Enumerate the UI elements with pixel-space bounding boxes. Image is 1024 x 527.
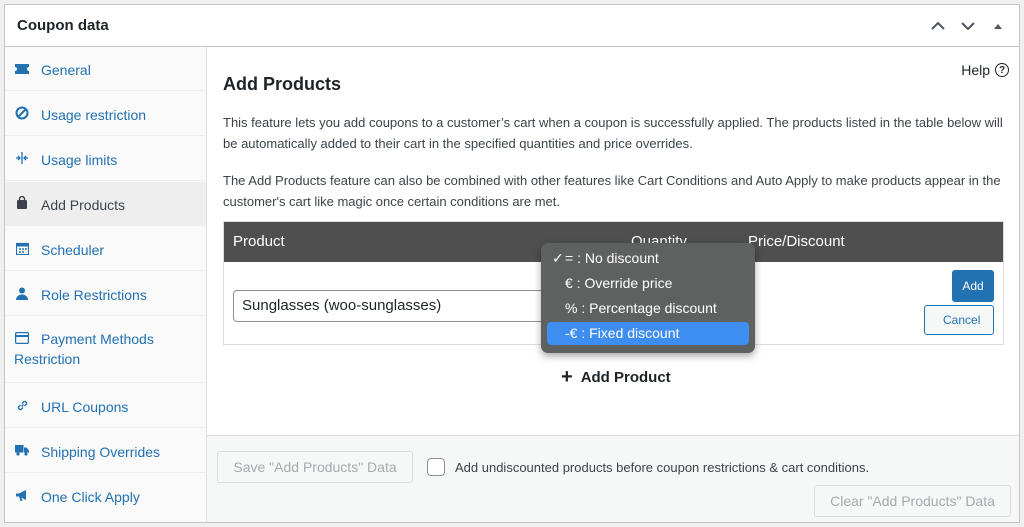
discount-option-percentage-discount[interactable]: % : Percentage discount [547, 297, 749, 320]
sidebar-item-label: Payment Methods [41, 331, 154, 347]
sidebar-item-label: URL Coupons [41, 399, 129, 415]
panel-title: Coupon data [17, 17, 109, 34]
sidebar-item-one-click-apply[interactable]: One Click Apply [5, 474, 206, 518]
block-icon [15, 106, 29, 120]
sidebar-item-scheduler[interactable]: Scheduler [5, 227, 206, 271]
sidebar-item-usage-restriction[interactable]: Usage restriction [5, 92, 206, 136]
panel-controls [929, 17, 1007, 35]
sidebar-item-label: Role Restrictions [41, 287, 147, 303]
sidebar-item-usage-limits[interactable]: Usage limits [5, 137, 206, 181]
discount-option-no-discount[interactable]: ✓ = : No discount [547, 247, 749, 270]
add-products-panel: Add Products Help ? This feature lets yo… [207, 47, 1019, 435]
link-icon [15, 398, 29, 412]
collapse-toggle-icon[interactable] [989, 17, 1007, 35]
save-add-products-button[interactable]: Save "Add Products" Data [217, 451, 413, 483]
sidebar-item-url-coupons[interactable]: URL Coupons [5, 384, 206, 428]
sidebar-item-label: One Click Apply [41, 489, 140, 505]
help-icon: ? [995, 63, 1009, 77]
bag-icon [15, 196, 29, 210]
undiscounted-products-checkbox[interactable] [427, 458, 445, 476]
megaphone-icon [15, 488, 29, 502]
checkmark-icon: ✓ [552, 250, 564, 266]
product-select-value: Sunglasses (woo-sunglasses) [242, 297, 442, 314]
sidebar-item-label: Shipping Overrides [41, 444, 161, 460]
clear-add-products-button[interactable]: Clear "Add Products" Data [814, 485, 1011, 517]
sidebar-item-shipping-overrides[interactable]: Shipping Overrides [5, 429, 206, 473]
undiscounted-products-label: Add undiscounted products before coupon … [455, 460, 870, 475]
discount-option-fixed-discount[interactable]: -€ : Fixed discount [547, 322, 749, 345]
move-down-icon[interactable] [959, 17, 977, 35]
sidebar-item-payment-methods-restriction[interactable]: Payment Methods Restriction [5, 317, 206, 383]
ticket-icon [15, 62, 29, 76]
move-up-icon[interactable] [929, 17, 947, 35]
sidebar-item-label: Add Products [41, 197, 126, 213]
sidebar-item-label: Usage restriction [41, 107, 147, 123]
sidebar-item-label-cont: Restriction [14, 351, 81, 367]
coupon-data-panel: Coupon data General Usage restriction Us… [4, 4, 1020, 523]
arrows-in-icon [15, 151, 29, 165]
discount-type-dropdown: ✓ = : No discount € : Override price % :… [541, 243, 755, 353]
cancel-row-button[interactable]: Cancel [924, 305, 994, 335]
add-row-button[interactable]: Add [952, 270, 994, 302]
sidebar-item-label: Usage limits [41, 152, 118, 168]
sidebar-item-add-products[interactable]: Add Products [5, 182, 206, 226]
sidebar-item-general[interactable]: General [5, 47, 206, 91]
column-header-product: Product [233, 233, 285, 250]
discount-option-label: = : No discount [565, 250, 659, 266]
sidebar-item-role-restrictions[interactable]: Role Restrictions [5, 272, 206, 316]
column-header-price-discount: Price/Discount [748, 233, 845, 250]
sidebar-item-label: General [41, 62, 91, 78]
plus-icon: + [561, 366, 573, 388]
discount-option-label: -€ : Fixed discount [565, 325, 680, 341]
discount-option-override-price[interactable]: € : Override price [547, 272, 749, 295]
add-product-button[interactable]: + Add Product [561, 367, 671, 387]
discount-option-label: % : Percentage discount [565, 300, 717, 316]
discount-option-label: € : Override price [565, 275, 673, 291]
section-title: Add Products [223, 74, 342, 94]
panel-footer: Save "Add Products" Data Add undiscounte… [207, 435, 1019, 522]
panel-header: Coupon data [5, 5, 1019, 47]
user-icon [15, 286, 29, 300]
card-icon [15, 331, 29, 345]
intro-paragraph: This feature lets you add coupons to a c… [223, 115, 1003, 151]
coupon-tabs-sidebar: General Usage restriction Usage limits A… [5, 47, 207, 522]
truck-icon [15, 443, 29, 457]
sidebar-item-label: Scheduler [41, 242, 105, 258]
combo-paragraph: The Add Products feature can also be com… [223, 173, 1001, 209]
help-link[interactable]: Help ? [961, 62, 1009, 78]
help-label: Help [961, 62, 990, 78]
calendar-icon [15, 241, 29, 255]
add-product-label: Add Product [580, 368, 671, 386]
